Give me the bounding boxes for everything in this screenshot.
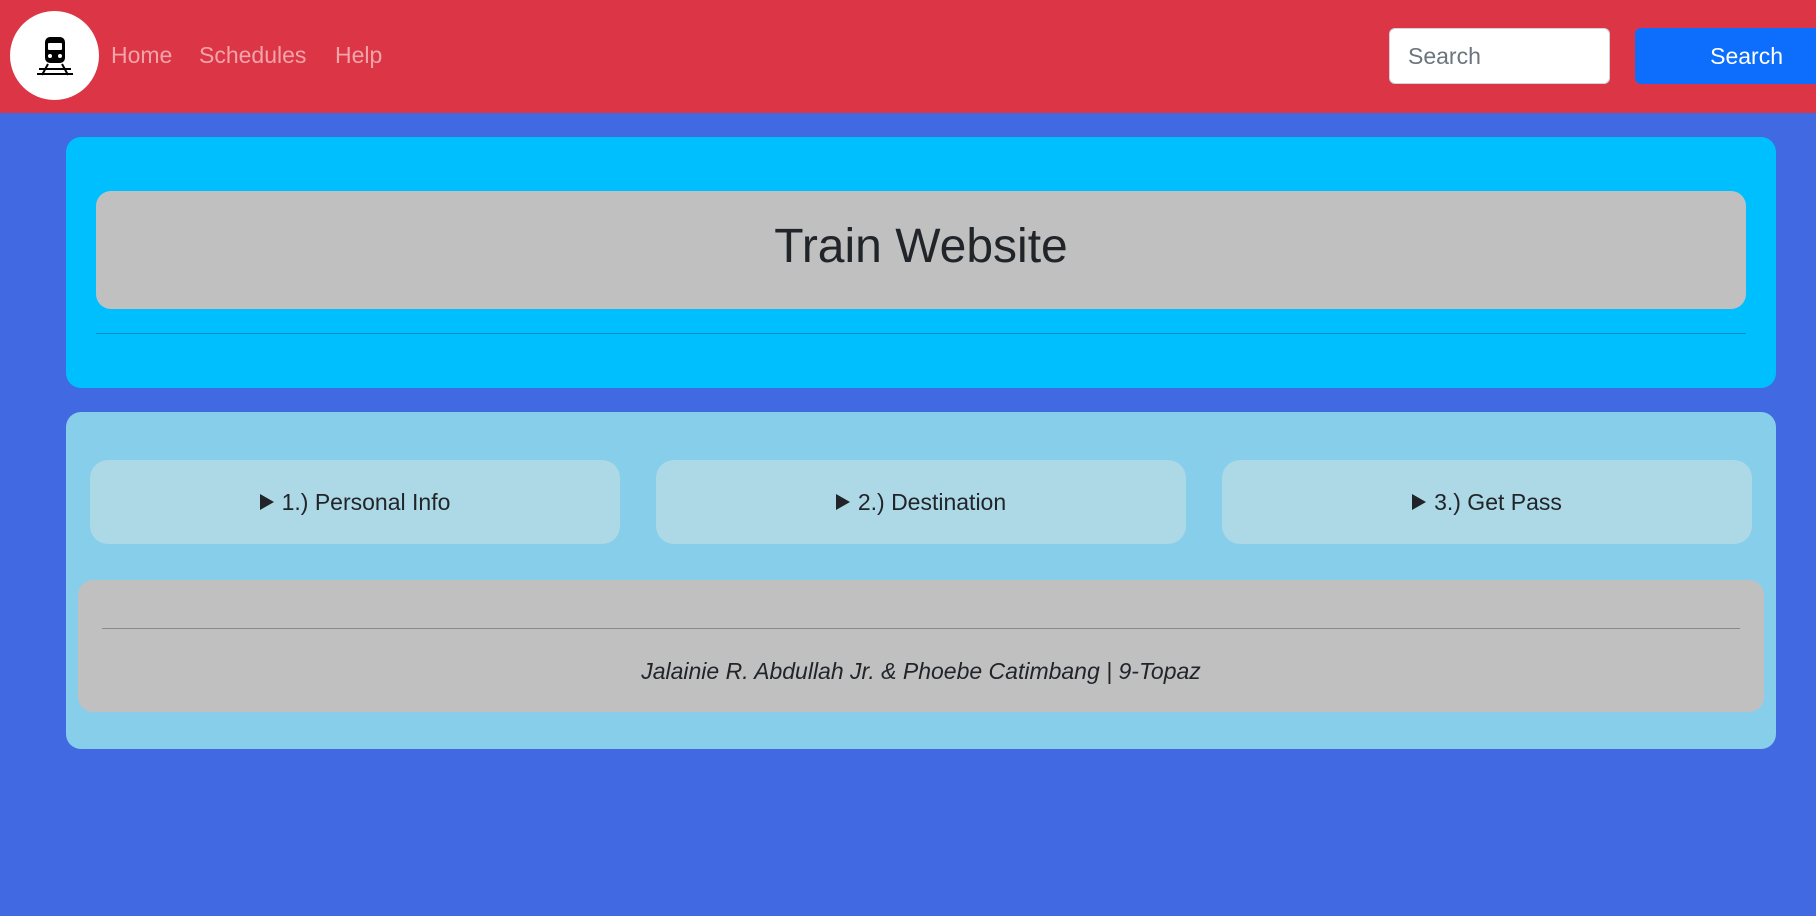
step-get-pass[interactable]: 3.) Get Pass: [1222, 460, 1752, 544]
navbar: Home Schedules Help Search: [0, 0, 1816, 113]
step-personal-info[interactable]: 1.) Personal Info: [90, 460, 620, 544]
page-title: Train Website: [774, 219, 1068, 273]
step-label: 1.) Personal Info: [281, 488, 451, 515]
logo[interactable]: [10, 11, 99, 100]
nav-link-help[interactable]: Help: [335, 42, 382, 69]
triangle-right-icon: [1412, 494, 1427, 510]
hero-divider: [96, 333, 1746, 334]
footer: Jalainie R. Abdullah Jr. & Phoebe Catimb…: [78, 580, 1764, 712]
search-button[interactable]: Search: [1635, 28, 1816, 84]
footer-divider: [102, 628, 1740, 629]
nav-link-home[interactable]: Home: [111, 42, 172, 69]
title-box: Train Website: [96, 191, 1746, 309]
nav-link-schedules[interactable]: Schedules: [199, 42, 306, 69]
search-input[interactable]: [1389, 28, 1610, 84]
hero-section: Train Website: [66, 137, 1776, 388]
triangle-right-icon: [835, 494, 850, 510]
step-label: 2.) Destination: [857, 488, 1007, 515]
triangle-right-icon: [259, 494, 274, 510]
credits-text: Jalainie R. Abdullah Jr. & Phoebe Catimb…: [641, 658, 1201, 684]
step-label: 3.) Get Pass: [1434, 488, 1562, 515]
train-icon: [36, 36, 73, 75]
step-destination[interactable]: 2.) Destination: [656, 460, 1186, 544]
steps-panel: 1.) Personal Info 2.) Destination 3.) Ge…: [66, 412, 1776, 749]
